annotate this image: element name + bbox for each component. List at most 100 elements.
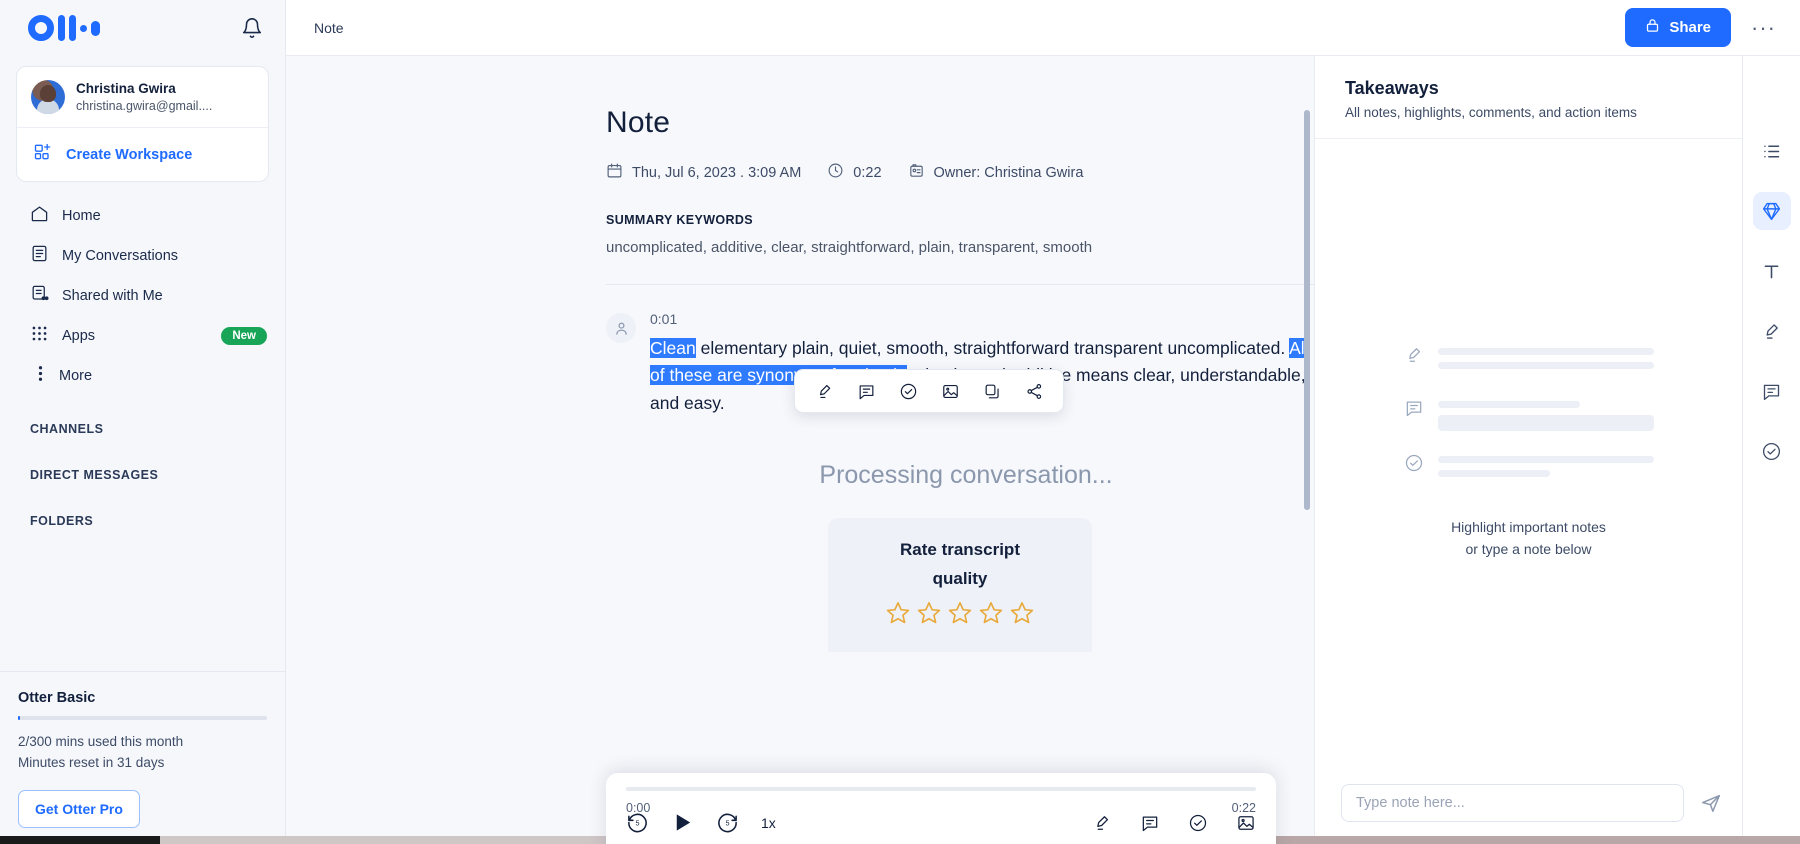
app-root: Christina Gwira christina.gwira@gmail...… (0, 0, 1800, 844)
rewind-5-icon[interactable]: 5 (626, 811, 649, 834)
sidebar-item-label: More (59, 368, 92, 384)
rate-title-line1: Rate transcript (846, 536, 1074, 565)
takeaways-subtitle: All notes, highlights, comments, and act… (1345, 105, 1712, 120)
shared-icon (30, 284, 49, 308)
meta-date-label: Thu, Jul 6, 2023 . 3:09 AM (632, 165, 801, 181)
logo-dot-icon (80, 25, 87, 32)
highlighter-icon (1404, 345, 1424, 370)
otter-logo[interactable] (28, 15, 100, 41)
ghost-placeholder-list (1404, 345, 1654, 506)
note-input[interactable] (1341, 784, 1684, 822)
more-vertical-icon (30, 364, 46, 388)
comment-icon[interactable] (1140, 813, 1160, 833)
image-icon[interactable] (929, 376, 971, 406)
create-workspace-button[interactable]: Create Workspace (17, 127, 268, 181)
rate-transcript-card: Rate transcript quality (828, 518, 1092, 652)
sidebar-item-home[interactable]: Home (0, 196, 285, 236)
avatar (31, 80, 65, 114)
meta-owner[interactable]: Owner: Christina Gwira (908, 162, 1084, 183)
note-column: Note Thu, Jul 6, 2023 . 3:09 AM (286, 56, 1314, 844)
sidebar-item-label: My Conversations (62, 248, 178, 264)
create-workspace-icon (33, 142, 53, 167)
clock-icon (827, 162, 844, 183)
comment-icon[interactable] (845, 376, 887, 406)
section-channels[interactable]: CHANNELS (0, 396, 285, 442)
bell-icon[interactable] (241, 17, 263, 39)
sidebar-item-label: Home (62, 208, 101, 224)
user-row[interactable]: Christina Gwira christina.gwira@gmail...… (17, 67, 268, 127)
sidebar-spacer (0, 534, 285, 671)
star-icon[interactable] (885, 600, 911, 626)
plan-panel: Otter Basic 2/300 mins used this month M… (0, 671, 285, 844)
star-icon[interactable] (947, 600, 973, 626)
highlighter-icon[interactable] (803, 376, 845, 406)
selection-toolbar[interactable] (794, 369, 1064, 413)
highlighter-icon[interactable] (1092, 813, 1112, 833)
sidebar-item-more[interactable]: More (0, 356, 285, 396)
breadcrumb[interactable]: Note (314, 20, 344, 36)
sidebar-item-apps[interactable]: Apps New (0, 316, 285, 356)
ghost-lines (1438, 345, 1654, 376)
action-item-check-icon[interactable] (1753, 432, 1791, 470)
play-icon[interactable] (671, 811, 694, 834)
highlighter-icon[interactable] (1753, 312, 1791, 350)
seek-bar[interactable] (626, 787, 1256, 791)
takeaways-diamond-icon[interactable] (1753, 192, 1791, 230)
action-item-check-icon[interactable] (887, 376, 929, 406)
playback-speed-button[interactable]: 1x (761, 815, 776, 831)
star-rating[interactable] (846, 600, 1074, 626)
more-options-button[interactable]: ··· (1745, 15, 1782, 41)
apps-grid-icon (30, 324, 49, 348)
share-label: Share (1669, 19, 1711, 36)
share-button[interactable]: Share (1625, 8, 1731, 47)
star-icon[interactable] (1009, 600, 1035, 626)
sidebar-item-shared-with-me[interactable]: Shared with Me (0, 276, 285, 316)
page-title[interactable]: Note (606, 106, 1314, 140)
highlighted-text: Clean (650, 338, 696, 358)
copy-icon[interactable] (971, 376, 1013, 406)
meta-date[interactable]: Thu, Jul 6, 2023 . 3:09 AM (606, 162, 801, 183)
takeaways-title: Takeaways (1345, 78, 1712, 99)
image-icon[interactable] (1236, 813, 1256, 833)
summary-keywords-value: uncomplicated, additive, clear, straight… (606, 239, 1314, 256)
text-t-icon[interactable] (1753, 252, 1791, 290)
star-icon[interactable] (978, 600, 1004, 626)
get-otter-pro-button[interactable]: Get Otter Pro (18, 790, 140, 828)
topbar: Note Share ··· (286, 0, 1800, 56)
note-inner: Note Thu, Jul 6, 2023 . 3:09 AM (286, 56, 1314, 652)
sidebar-item-label: Apps (62, 328, 95, 344)
transcript-part-1: elementary plain, quiet, smooth, straigh… (696, 338, 1289, 358)
ghost-row (1404, 345, 1654, 376)
create-workspace-label: Create Workspace (66, 147, 192, 163)
logo-bar-icon (69, 15, 76, 41)
ghost-row (1404, 398, 1654, 431)
send-icon[interactable] (1700, 792, 1722, 814)
sidebar-item-my-conversations[interactable]: My Conversations (0, 236, 285, 276)
user-card[interactable]: Christina Gwira christina.gwira@gmail...… (16, 66, 269, 182)
star-icon[interactable] (916, 600, 942, 626)
plan-reset: Minutes reset in 31 days (18, 753, 267, 774)
ghost-row (1404, 453, 1654, 484)
plan-usage: 2/300 mins used this month (18, 732, 267, 753)
speaker-avatar-icon[interactable] (606, 313, 636, 343)
note-scrollbar[interactable] (1304, 110, 1310, 510)
meta-duration: 0:22 (827, 162, 881, 183)
status-badge: New (221, 327, 267, 345)
empty-line-2: or type a note below (1451, 538, 1606, 560)
transcript-timestamp[interactable]: 0:01 (650, 311, 1314, 327)
summary-keywords-label: SUMMARY KEYWORDS (606, 213, 1314, 227)
processing-status: Processing conversation... (606, 461, 1314, 490)
section-folders[interactable]: FOLDERS (0, 488, 285, 534)
action-item-check-icon[interactable] (1188, 813, 1208, 833)
player-right-actions (1092, 813, 1256, 833)
note-meta: Thu, Jul 6, 2023 . 3:09 AM 0:22 (606, 162, 1314, 183)
comment-icon (1404, 398, 1424, 423)
ghost-lines (1438, 453, 1654, 484)
forward-5-icon[interactable]: 5 (716, 811, 739, 834)
comment-icon[interactable] (1753, 372, 1791, 410)
outline-list-icon[interactable] (1753, 132, 1791, 170)
share-node-icon[interactable] (1013, 376, 1055, 406)
rate-title-line2: quality (846, 565, 1074, 594)
section-direct-messages[interactable]: DIRECT MESSAGES (0, 442, 285, 488)
action-item-check-icon (1404, 453, 1424, 478)
